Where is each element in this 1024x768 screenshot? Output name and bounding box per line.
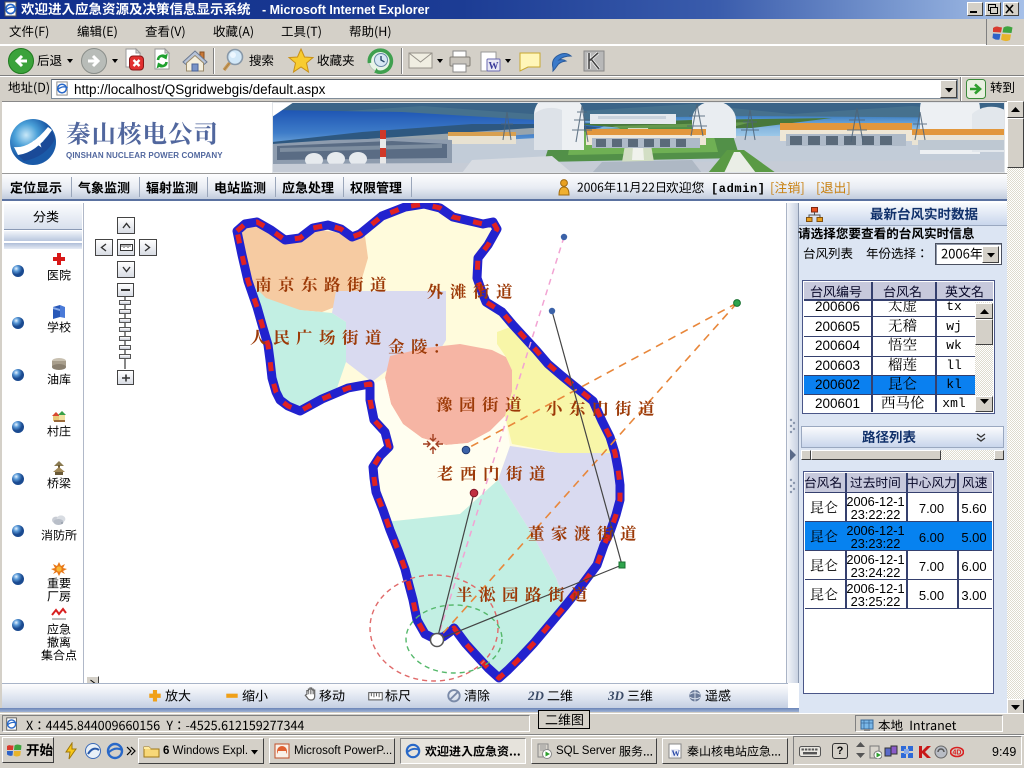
svg-text:W: W xyxy=(672,748,681,758)
svg-text:4D: 4D xyxy=(953,750,962,757)
svg-text:W: W xyxy=(489,61,499,72)
